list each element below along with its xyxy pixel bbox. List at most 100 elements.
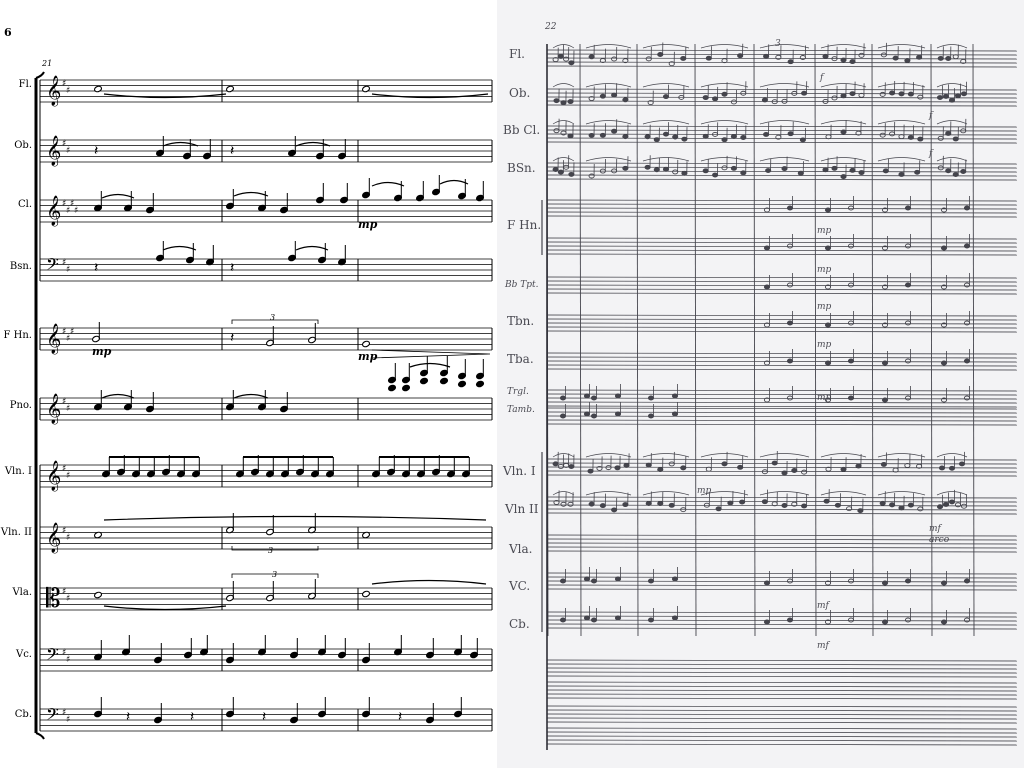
hw-note-head [898, 171, 905, 177]
hw-note-head [799, 137, 806, 143]
hw-note-head [622, 97, 629, 103]
hw-note-head [712, 172, 719, 178]
clef-glyph: 𝄞 [46, 323, 61, 355]
hw-note-head [904, 395, 912, 401]
hw-note-head [907, 91, 914, 97]
hw-note-head [825, 134, 832, 140]
key-sharp: ♯ [74, 206, 78, 216]
hw-slur [642, 44, 690, 49]
hw-note-head [563, 56, 570, 62]
dynamic-mp-clarinet: mp [358, 218, 378, 231]
hw-note-head [881, 397, 889, 403]
hw-label-trombone: Tbn. [507, 314, 534, 328]
hw-note-head [614, 393, 622, 399]
hw-slur [820, 83, 867, 88]
hw-label-oboe: Ob. [509, 86, 530, 100]
hw-note-head [847, 358, 855, 364]
hw-note-head [705, 55, 712, 61]
hw-label-bassoon: BSn. [507, 161, 536, 175]
hw-note-head [948, 499, 956, 505]
hw-note-head [847, 205, 855, 211]
hw-note-head [958, 461, 966, 467]
hw-note-head [763, 284, 771, 290]
hw-slur [585, 120, 632, 125]
tuplet-bracket [231, 546, 319, 551]
hw-note-head [737, 464, 744, 470]
hw-label-viola: Vla. [508, 542, 532, 556]
hw-label-flute: Fl. [509, 47, 525, 61]
hw-note-head [960, 91, 968, 97]
hw-note-head [715, 506, 722, 512]
hw-slur [820, 120, 867, 125]
instrument-label-clarinet: Cl. [18, 199, 32, 210]
hw-note-head [583, 615, 591, 621]
key-sharp: ♯ [66, 86, 70, 96]
bracket-hook [35, 732, 45, 740]
hw-note-head [907, 134, 914, 140]
note-head [457, 380, 467, 388]
hw-note-head [583, 411, 591, 417]
hw-staff-line [546, 584, 1018, 587]
hw-slur [585, 44, 632, 49]
hw-note-head [824, 360, 832, 366]
hw-note-head [662, 131, 670, 137]
hw-slur [700, 453, 749, 458]
hw-note-head [721, 165, 728, 171]
hw-note-head [879, 91, 886, 97]
hw-note-head [568, 171, 575, 177]
hw-note-head [849, 167, 856, 173]
hw-note-head [653, 137, 660, 143]
hw-slur [820, 453, 867, 458]
key-sharp: ♯ [66, 265, 70, 275]
score-view: 6 21 Fl. Ob. Cl. Bsn. F Hn. Pno. Vln. I … [0, 0, 1024, 768]
hw-staff-line [546, 65, 1018, 68]
hw-staff-line [546, 405, 1018, 408]
hw-staff-line [546, 512, 1018, 515]
note-head [439, 377, 449, 385]
whole-note [93, 591, 103, 599]
hw-note-head [898, 134, 905, 140]
hw-note-head [653, 167, 660, 173]
hw-note-head [840, 174, 847, 180]
hw-slur [585, 491, 632, 496]
key-sharp: ♯ [66, 655, 70, 665]
hw-staff-line [546, 292, 1018, 295]
key-sharp: ♯ [66, 715, 70, 725]
hw-staff-line [546, 659, 1018, 662]
key-sharp: ♯ [66, 146, 70, 156]
hw-slur [642, 491, 690, 496]
hw-slur [759, 157, 810, 162]
hw-slur [759, 44, 810, 49]
hw-staff-line [546, 407, 1018, 410]
hw-staff-line [546, 249, 1018, 252]
clef-glyph: 𝄡 [46, 584, 61, 614]
hw-staff-line [546, 675, 1018, 678]
hw-slur [759, 453, 810, 458]
clef-glyph: 𝄞 [46, 135, 61, 167]
tuplet-3-viola: 3 [272, 570, 277, 579]
hw-note-head [840, 466, 847, 472]
hw-note-head [963, 578, 971, 584]
hw-note-head [963, 395, 971, 401]
hw-note-head [840, 57, 847, 63]
handwritten-score-page: 22 Fl. Ob. Bb Cl. BSn. F Hn. Bb Tpt. Tbn… [497, 0, 1024, 768]
hw-staff-line [546, 178, 1018, 181]
hw-note-head [614, 465, 621, 471]
hw-note-head [622, 502, 629, 508]
hw-staff-line [546, 685, 1018, 688]
hw-note-head [840, 129, 847, 135]
hw-note-head [740, 170, 747, 176]
whole-note [361, 590, 371, 598]
hw-slur [552, 491, 575, 496]
hw-note-head [553, 128, 560, 134]
hw-note-head [614, 576, 622, 582]
hw-note-head [740, 135, 747, 140]
hw-slur [642, 83, 690, 88]
hw-note-head [791, 468, 798, 473]
hw-note-head [889, 502, 896, 508]
hw-slur [585, 83, 632, 88]
hw-note-head [948, 465, 956, 471]
hw-note-head [904, 358, 912, 364]
engraved-score-svg: 6 21 Fl. Ob. Cl. Bsn. F Hn. Pno. Vln. I … [0, 26, 493, 740]
hw-note-head [588, 132, 595, 138]
